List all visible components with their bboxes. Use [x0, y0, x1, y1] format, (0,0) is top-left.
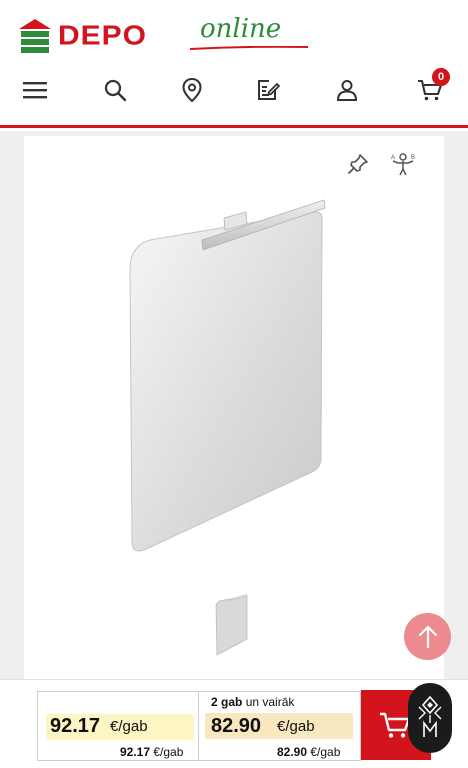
- accessibility-assistant-button[interactable]: [408, 683, 452, 753]
- cart-button[interactable]: 0: [410, 68, 450, 110]
- brand-name: DEPO: [58, 20, 148, 51]
- thumbnail-1[interactable]: [212, 592, 252, 658]
- svg-text:A: A: [391, 155, 395, 161]
- account-button[interactable]: [327, 70, 367, 110]
- compare-button[interactable]: A B: [388, 149, 418, 179]
- search-button[interactable]: [95, 70, 135, 110]
- shopping-list-icon: [258, 80, 280, 100]
- depo-logo[interactable]: DEPO online: [18, 16, 309, 56]
- menu-icon: [23, 82, 47, 99]
- compare-icon: A B: [391, 153, 415, 176]
- bulk-quantity-label: 2 gab un vairāk: [211, 695, 295, 709]
- pin-icon: [348, 154, 368, 174]
- arrow-up-icon: [418, 625, 437, 648]
- depo-house-icon: [18, 18, 52, 54]
- single-price-unit: €/gab: [110, 718, 148, 735]
- bulk-price-unit: €/gab: [277, 718, 315, 735]
- svg-text:B: B: [411, 155, 415, 161]
- menu-button[interactable]: [15, 70, 55, 110]
- site-header: DEPO online 0: [0, 0, 468, 128]
- brand-tagline: online: [200, 14, 282, 44]
- location-pin-icon: [182, 77, 202, 103]
- pin-button[interactable]: [343, 149, 373, 179]
- account-icon: [336, 80, 358, 101]
- product-image[interactable]: [126, 196, 332, 556]
- search-icon: [104, 79, 127, 102]
- bulk-price-box[interactable]: 2 gab un vairāk 82.90 €/gab 82.90 €/gab: [199, 691, 361, 761]
- scroll-to-top-button[interactable]: [404, 613, 451, 660]
- bulk-sub-price: 82.90 €/gab: [277, 745, 341, 759]
- bulk-price: 82.90: [211, 715, 262, 737]
- store-locator-button[interactable]: [172, 70, 212, 110]
- single-price: 92.17: [50, 715, 101, 737]
- main-nav: 0: [0, 68, 468, 112]
- single-sub-price: 92.17 €/gab: [120, 745, 184, 759]
- accessibility-icon: [418, 695, 442, 737]
- cart-count-badge: 0: [432, 68, 450, 86]
- single-price-box[interactable]: 92.17 €/gab 92.17 €/gab: [37, 691, 199, 761]
- tagline-underline: [189, 46, 309, 50]
- shopping-list-button[interactable]: [248, 70, 288, 110]
